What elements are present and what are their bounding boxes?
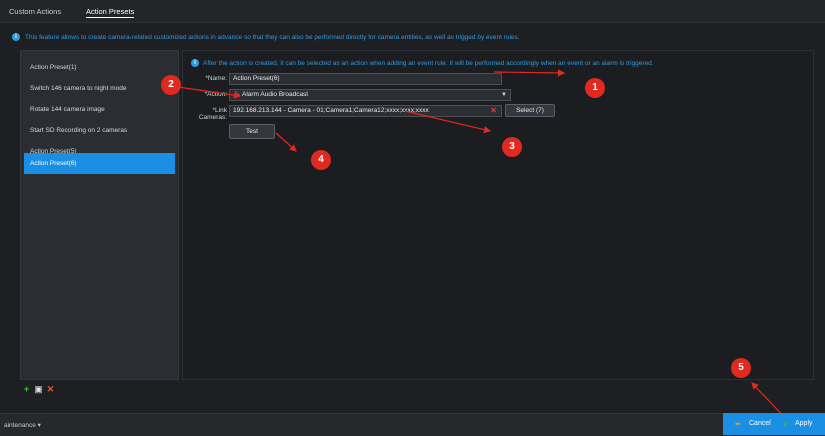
add-icon[interactable]: + xyxy=(22,385,31,394)
action-label: *Action: xyxy=(204,91,227,98)
hint-text: After the action is created, it can be s… xyxy=(203,59,654,67)
copy-icon[interactable]: ▣ xyxy=(34,385,43,394)
step-badge-2: 2 xyxy=(161,75,181,95)
check-icon: ✔ xyxy=(783,421,789,428)
list-item[interactable]: Rotate 144 camera image xyxy=(24,99,175,120)
name-value: Action Preset(6) xyxy=(233,75,280,82)
tab-custom-actions[interactable]: Custom Actions xyxy=(9,7,61,16)
feature-info: i This feature allows to create camera-r… xyxy=(12,30,812,44)
cameras-field[interactable]: 192.168.213.144 - Camera - 01;Camera1;Ca… xyxy=(229,105,502,117)
speaker-icon: 🔈 xyxy=(233,91,242,98)
status-bar: aintenance ▾ xyxy=(0,413,825,436)
step-badge-1: 1 xyxy=(585,78,605,98)
apply-button[interactable]: Apply xyxy=(795,420,813,427)
feature-info-text: This feature allows to create camera-rel… xyxy=(25,33,520,41)
action-dropdown[interactable]: 🔈 Alarm Audio Broadcast ▼ xyxy=(229,89,511,101)
cameras-value: 192.168.213.144 - Camera - 01;Camera1;Ca… xyxy=(233,107,429,114)
list-item-selected[interactable]: Action Preset(6) xyxy=(24,153,175,174)
tab-bar: Custom Actions Action Presets xyxy=(0,0,825,23)
preset-editor: i After the action is created, it can be… xyxy=(182,50,814,380)
info-icon: i xyxy=(191,59,199,67)
cameras-label: *Link Cameras: xyxy=(198,107,227,121)
name-label: *Name: xyxy=(205,75,227,82)
info-icon: i xyxy=(12,33,20,41)
maintenance-label: aintenance xyxy=(4,422,36,429)
chevron-down-icon: ▼ xyxy=(501,92,507,98)
step-badge-3: 3 xyxy=(502,137,522,157)
preset-toolbar: + ▣ ✕ xyxy=(22,385,62,397)
hint: i After the action is created, it can be… xyxy=(191,59,654,67)
list-item[interactable]: Switch 146 camera to night mode xyxy=(24,78,175,99)
step-badge-5: 5 xyxy=(731,358,751,378)
list-item[interactable]: Action Preset(1) xyxy=(24,57,175,78)
tab-action-presets[interactable]: Action Presets xyxy=(86,7,135,18)
name-field[interactable]: Action Preset(6) xyxy=(229,73,502,85)
action-value: Alarm Audio Broadcast xyxy=(242,91,309,98)
step-badge-4: 4 xyxy=(311,150,331,170)
test-button[interactable]: Test xyxy=(229,124,275,139)
clear-icon[interactable]: ✕ xyxy=(490,106,497,116)
cancel-button[interactable]: Cancel xyxy=(749,420,771,427)
action-buttons: ➨ Cancel ✔ Apply xyxy=(723,413,825,435)
maintenance-menu[interactable]: aintenance ▾ xyxy=(4,421,41,429)
preset-list: Action Preset(1) Switch 146 camera to ni… xyxy=(20,50,179,380)
cancel-icon: ➨ xyxy=(735,421,741,428)
delete-icon[interactable]: ✕ xyxy=(46,385,55,394)
select-cameras-button[interactable]: Select (7) xyxy=(505,104,555,117)
list-item[interactable]: Start SD Recording on 2 cameras xyxy=(24,120,175,141)
